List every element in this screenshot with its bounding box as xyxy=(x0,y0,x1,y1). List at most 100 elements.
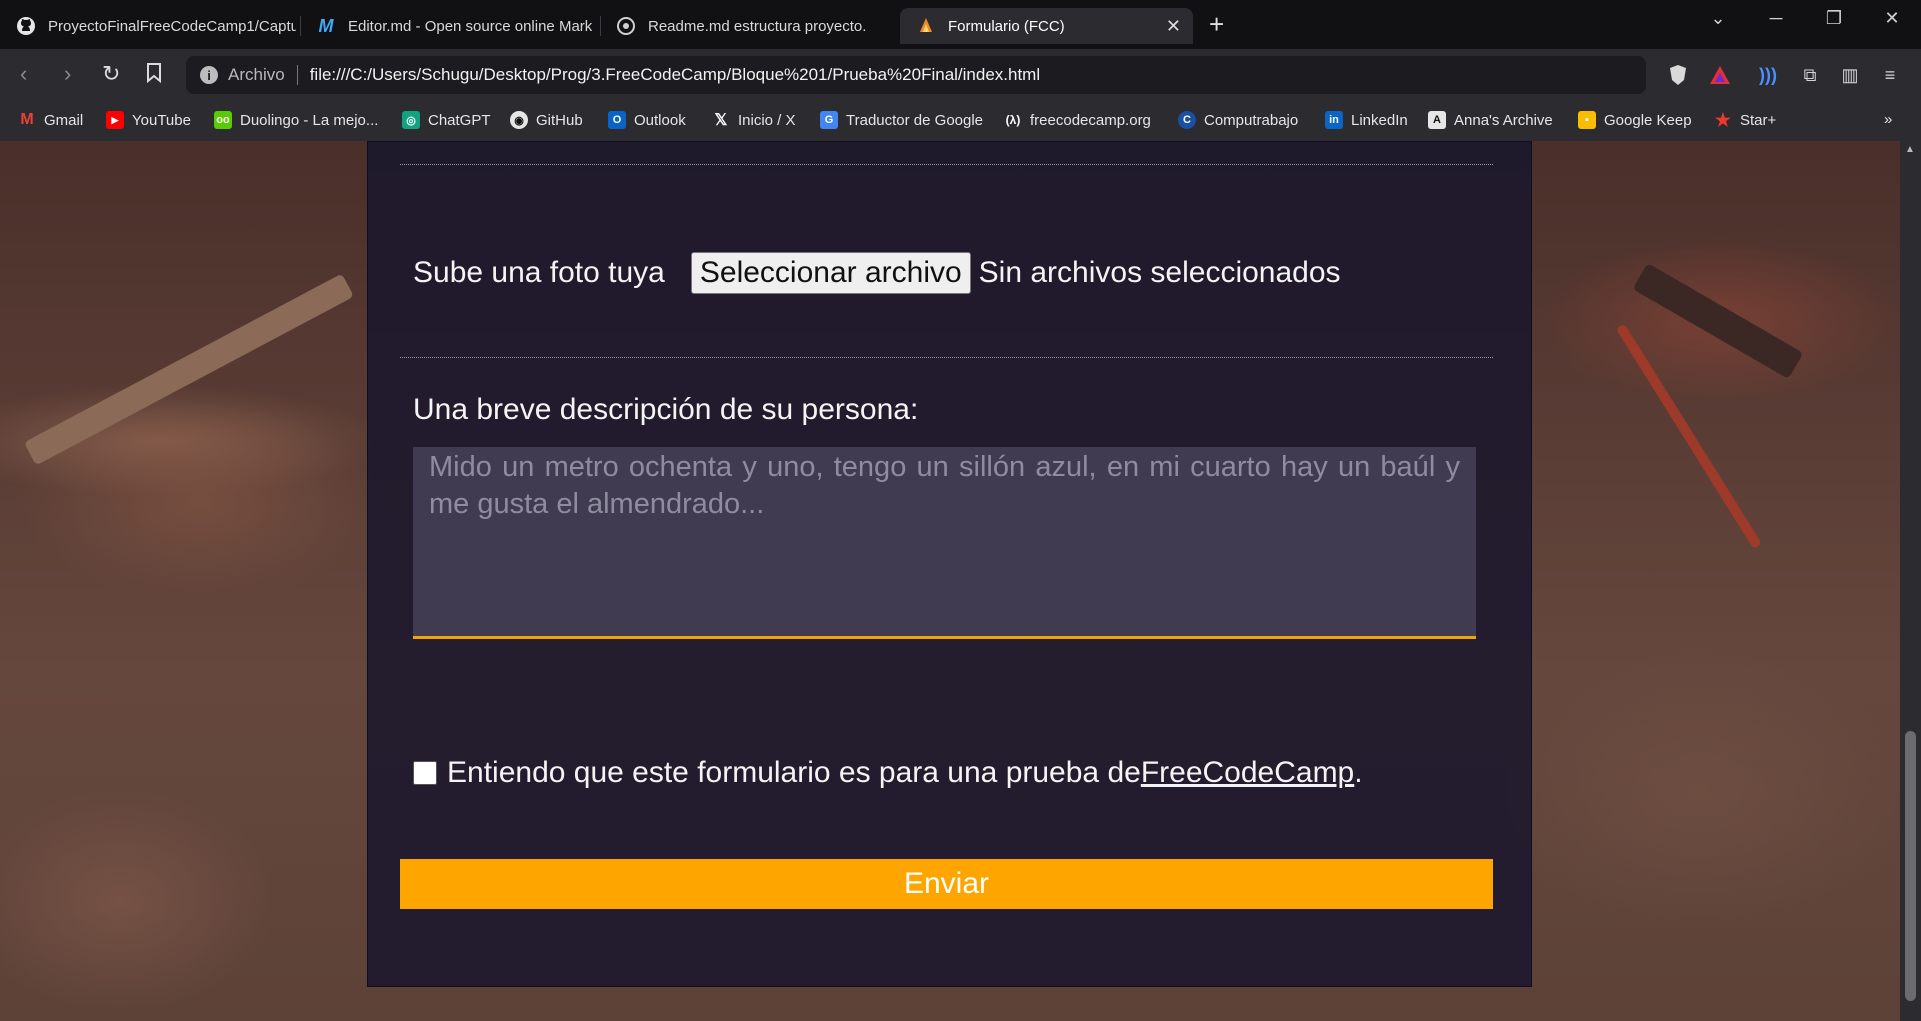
description-textarea[interactable]: Mido un metro ochenta y uno, tengo un si… xyxy=(413,447,1476,639)
scroll-up-icon[interactable]: ▲ xyxy=(1905,144,1915,155)
background-log xyxy=(23,273,354,466)
bookmark-freecodecamp[interactable]: (λ) freecodecamp.org xyxy=(1004,111,1151,129)
tab-bar: ProyectoFinalFreeCodeCamp1/Captu M Edito… xyxy=(0,0,1921,49)
submit-button[interactable]: Enviar xyxy=(400,859,1493,909)
outlook-icon: O xyxy=(608,111,626,129)
tab-github-repo[interactable]: ProyectoFinalFreeCodeCamp1/Captu xyxy=(0,8,296,44)
url-text[interactable]: file:///C:/Users/Schugu/Desktop/Prog/3.F… xyxy=(310,65,1040,85)
brave-shields-icon[interactable] xyxy=(1666,63,1690,87)
computrabajo-icon: C xyxy=(1178,111,1196,129)
bookmark-label: Outlook xyxy=(634,111,686,129)
bookmark-google-keep[interactable]: ▪ Google Keep xyxy=(1578,111,1692,129)
photo-label: Sube una foto tuya xyxy=(413,256,665,289)
bookmark-chatgpt[interactable]: ◎ ChatGPT xyxy=(402,111,491,129)
duolingo-icon: oo xyxy=(214,111,232,129)
forward-icon[interactable]: › xyxy=(64,63,71,85)
select-file-button[interactable]: Seleccionar archivo xyxy=(690,252,971,294)
background-log xyxy=(1632,263,1804,379)
restore-icon[interactable]: ❐ xyxy=(1814,8,1854,29)
divider xyxy=(400,357,1493,358)
bookmark-label: Gmail xyxy=(44,111,84,129)
x-icon: 𝕏 xyxy=(714,112,728,129)
freecodecamp-icon xyxy=(916,16,936,36)
photo-upload-row: Sube una foto tuya Seleccionar archivo S… xyxy=(413,252,1341,294)
divider xyxy=(296,65,298,85)
sidebar-icon[interactable]: ▥ xyxy=(1838,63,1862,87)
bookmark-google-translate[interactable]: G Traductor de Google xyxy=(820,111,983,129)
consent-text: Entiendo que este formulario es para una… xyxy=(447,756,1141,789)
bookmark-linkedin[interactable]: in LinkedIn xyxy=(1325,111,1408,129)
divider xyxy=(400,164,1493,165)
brave-rewards-icon[interactable] xyxy=(1708,63,1732,87)
bookmark-label: LinkedIn xyxy=(1351,111,1408,129)
tab-formulario-fcc[interactable]: Formulario (FCC) ✕ xyxy=(900,8,1193,44)
github-icon xyxy=(16,16,36,36)
bookmark-outlook[interactable]: O Outlook xyxy=(608,111,686,129)
bookmark-github[interactable]: ◉ GitHub xyxy=(510,111,583,129)
bookmark-label: YouTube xyxy=(132,111,191,129)
background-stick xyxy=(1615,323,1763,550)
back-icon[interactable]: ‹ xyxy=(20,63,27,85)
tab-label: Editor.md - Open source online Mark xyxy=(348,17,593,35)
tab-search-chevron-icon[interactable]: ⌄ xyxy=(1698,8,1738,29)
bookmark-label: Google Keep xyxy=(1604,111,1692,129)
bookmark-label: Computrabajo xyxy=(1204,111,1299,129)
address-bar[interactable]: i Archivo file:///C:/Users/Schugu/Deskto… xyxy=(186,56,1646,94)
bookmark-youtube[interactable]: ▶ YouTube xyxy=(106,111,191,129)
new-tab-icon[interactable]: + xyxy=(1209,10,1224,38)
tab-label: Formulario (FCC) xyxy=(948,17,1065,35)
extensions-icon[interactable]: ⧉ xyxy=(1798,63,1822,87)
bookmark-computrabajo[interactable]: C Computrabajo xyxy=(1178,111,1298,129)
bookmark-x[interactable]: 𝕏 Inicio / X xyxy=(712,111,796,130)
minimize-icon[interactable]: ─ xyxy=(1756,8,1796,29)
bookmark-label: Duolingo - La mejo... xyxy=(240,111,379,129)
bookmark-label: Inicio / X xyxy=(738,111,796,129)
star-icon: ★ xyxy=(1714,109,1732,130)
google-keep-icon: ▪ xyxy=(1578,111,1596,129)
bookmark-star-plus[interactable]: ★ Star+ xyxy=(1714,109,1777,130)
menu-icon[interactable]: ≡ xyxy=(1878,63,1902,87)
linkedin-icon: in xyxy=(1325,111,1343,129)
bookmark-label: freecodecamp.org xyxy=(1030,111,1151,129)
youtube-icon: ▶ xyxy=(106,111,124,129)
tab-readme-chatgpt[interactable]: Readme.md estructura proyecto. xyxy=(600,8,896,44)
bookmark-label: Star+ xyxy=(1740,111,1777,129)
info-icon[interactable]: i xyxy=(200,66,218,84)
consent-row: Entiendo que este formulario es para una… xyxy=(413,756,1363,790)
annas-archive-icon: A xyxy=(1428,111,1446,129)
bookmark-icon[interactable] xyxy=(146,63,162,87)
bookmark-annas-archive[interactable]: A Anna's Archive xyxy=(1428,111,1553,129)
close-tab-icon[interactable]: ✕ xyxy=(1166,16,1181,37)
tab-label: ProyectoFinalFreeCodeCamp1/Captu xyxy=(48,17,296,35)
consent-suffix: . xyxy=(1354,756,1363,789)
bookmark-label: GitHub xyxy=(536,111,583,129)
survey-form: Sube una foto tuya Seleccionar archivo S… xyxy=(367,141,1532,987)
bookmark-duolingo[interactable]: oo Duolingo - La mejo... xyxy=(214,111,378,129)
scrollbar-thumb[interactable] xyxy=(1905,731,1916,1001)
freecodecamp-icon: (λ) xyxy=(1005,113,1021,127)
page-viewport: Sube una foto tuya Seleccionar archivo S… xyxy=(0,141,1900,1021)
protocol-label: Archivo xyxy=(228,65,285,84)
file-status: Sin archivos seleccionados xyxy=(978,256,1341,289)
gmail-icon: M xyxy=(20,111,34,128)
more-bookmarks-icon[interactable]: » xyxy=(1884,111,1892,128)
close-window-icon[interactable]: ✕ xyxy=(1872,8,1912,29)
bookmark-label: ChatGPT xyxy=(428,111,491,129)
freecodecamp-link[interactable]: FreeCodeCamp xyxy=(1141,756,1354,790)
consent-checkbox[interactable] xyxy=(413,761,437,785)
description-label: Una breve descripción de su persona: xyxy=(413,393,919,426)
bookmark-label: Anna's Archive xyxy=(1454,111,1553,129)
editormd-icon: M xyxy=(318,15,334,36)
tab-editor-md[interactable]: M Editor.md - Open source online Mark xyxy=(300,8,596,44)
read-aloud-icon[interactable]: ))) xyxy=(1756,63,1780,87)
reload-icon[interactable]: ↻ xyxy=(102,63,120,85)
browser-toolbar: ‹ › ↻ i Archivo file:///C:/Users/Schugu/… xyxy=(0,49,1921,101)
github-icon: ◉ xyxy=(510,111,528,129)
page-scrollbar[interactable]: ▲ xyxy=(1900,141,1921,1021)
bookmarks-bar: M Gmail ▶ YouTube oo Duolingo - La mejo.… xyxy=(0,101,1921,142)
bookmark-label: Traductor de Google xyxy=(846,111,984,129)
google-translate-icon: G xyxy=(820,111,838,129)
bookmark-gmail[interactable]: M Gmail xyxy=(18,111,83,129)
chatgpt-icon xyxy=(616,16,636,36)
chatgpt-icon: ◎ xyxy=(402,111,420,129)
